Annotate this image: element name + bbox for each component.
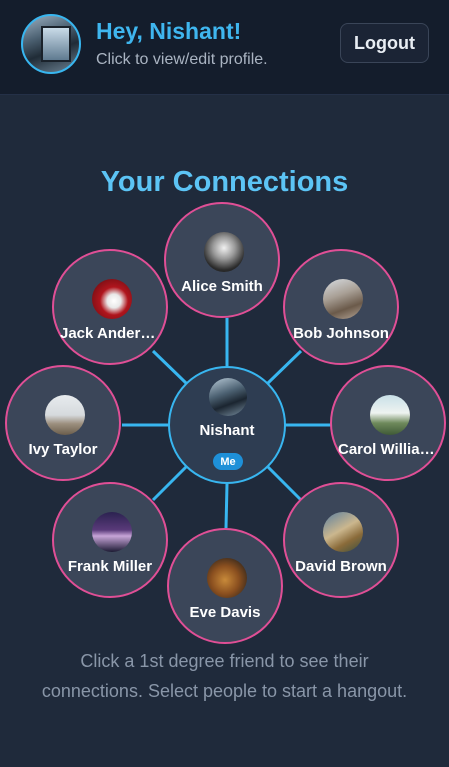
friend-node-bob[interactable]: Bob Johnson xyxy=(283,249,399,365)
avatar xyxy=(92,279,132,319)
friend-node-alice[interactable]: Alice Smith xyxy=(164,202,280,318)
friend-node-eve[interactable]: Eve Davis xyxy=(167,528,283,644)
avatar xyxy=(323,512,363,552)
friend-name: Eve Davis xyxy=(189,604,261,621)
friend-name: Frank Miller xyxy=(67,558,153,575)
avatar xyxy=(204,232,244,272)
me-name: Nishant xyxy=(199,422,255,439)
avatar xyxy=(207,558,247,598)
link-bob xyxy=(266,349,303,385)
avatar xyxy=(370,395,410,435)
link-eve xyxy=(224,483,229,529)
friend-name: Alice Smith xyxy=(181,278,263,295)
friend-name: Ivy Taylor xyxy=(28,441,98,458)
friend-name: Jack Anderson xyxy=(60,325,160,342)
friend-node-ivy[interactable]: Ivy Taylor xyxy=(5,365,121,481)
link-jack xyxy=(151,349,188,385)
friend-name: Bob Johnson xyxy=(293,325,389,342)
me-badge: Me xyxy=(213,453,243,470)
link-david xyxy=(266,465,303,502)
friend-name: David Brown xyxy=(295,558,387,575)
friend-node-frank[interactable]: Frank Miller xyxy=(52,482,168,598)
avatar xyxy=(92,512,132,552)
friend-node-david[interactable]: David Brown xyxy=(283,482,399,598)
friend-node-carol[interactable]: Carol Williams xyxy=(330,365,446,481)
friend-node-jack[interactable]: Jack Anderson xyxy=(52,249,168,365)
avatar xyxy=(209,378,247,416)
me-node[interactable]: Nishant Me xyxy=(168,366,286,484)
link-frank xyxy=(151,465,188,502)
avatar xyxy=(323,279,363,319)
instructions-text: Click a 1st degree friend to see their c… xyxy=(41,651,408,701)
avatar xyxy=(45,395,85,435)
friend-name: Carol Williams xyxy=(338,441,438,458)
